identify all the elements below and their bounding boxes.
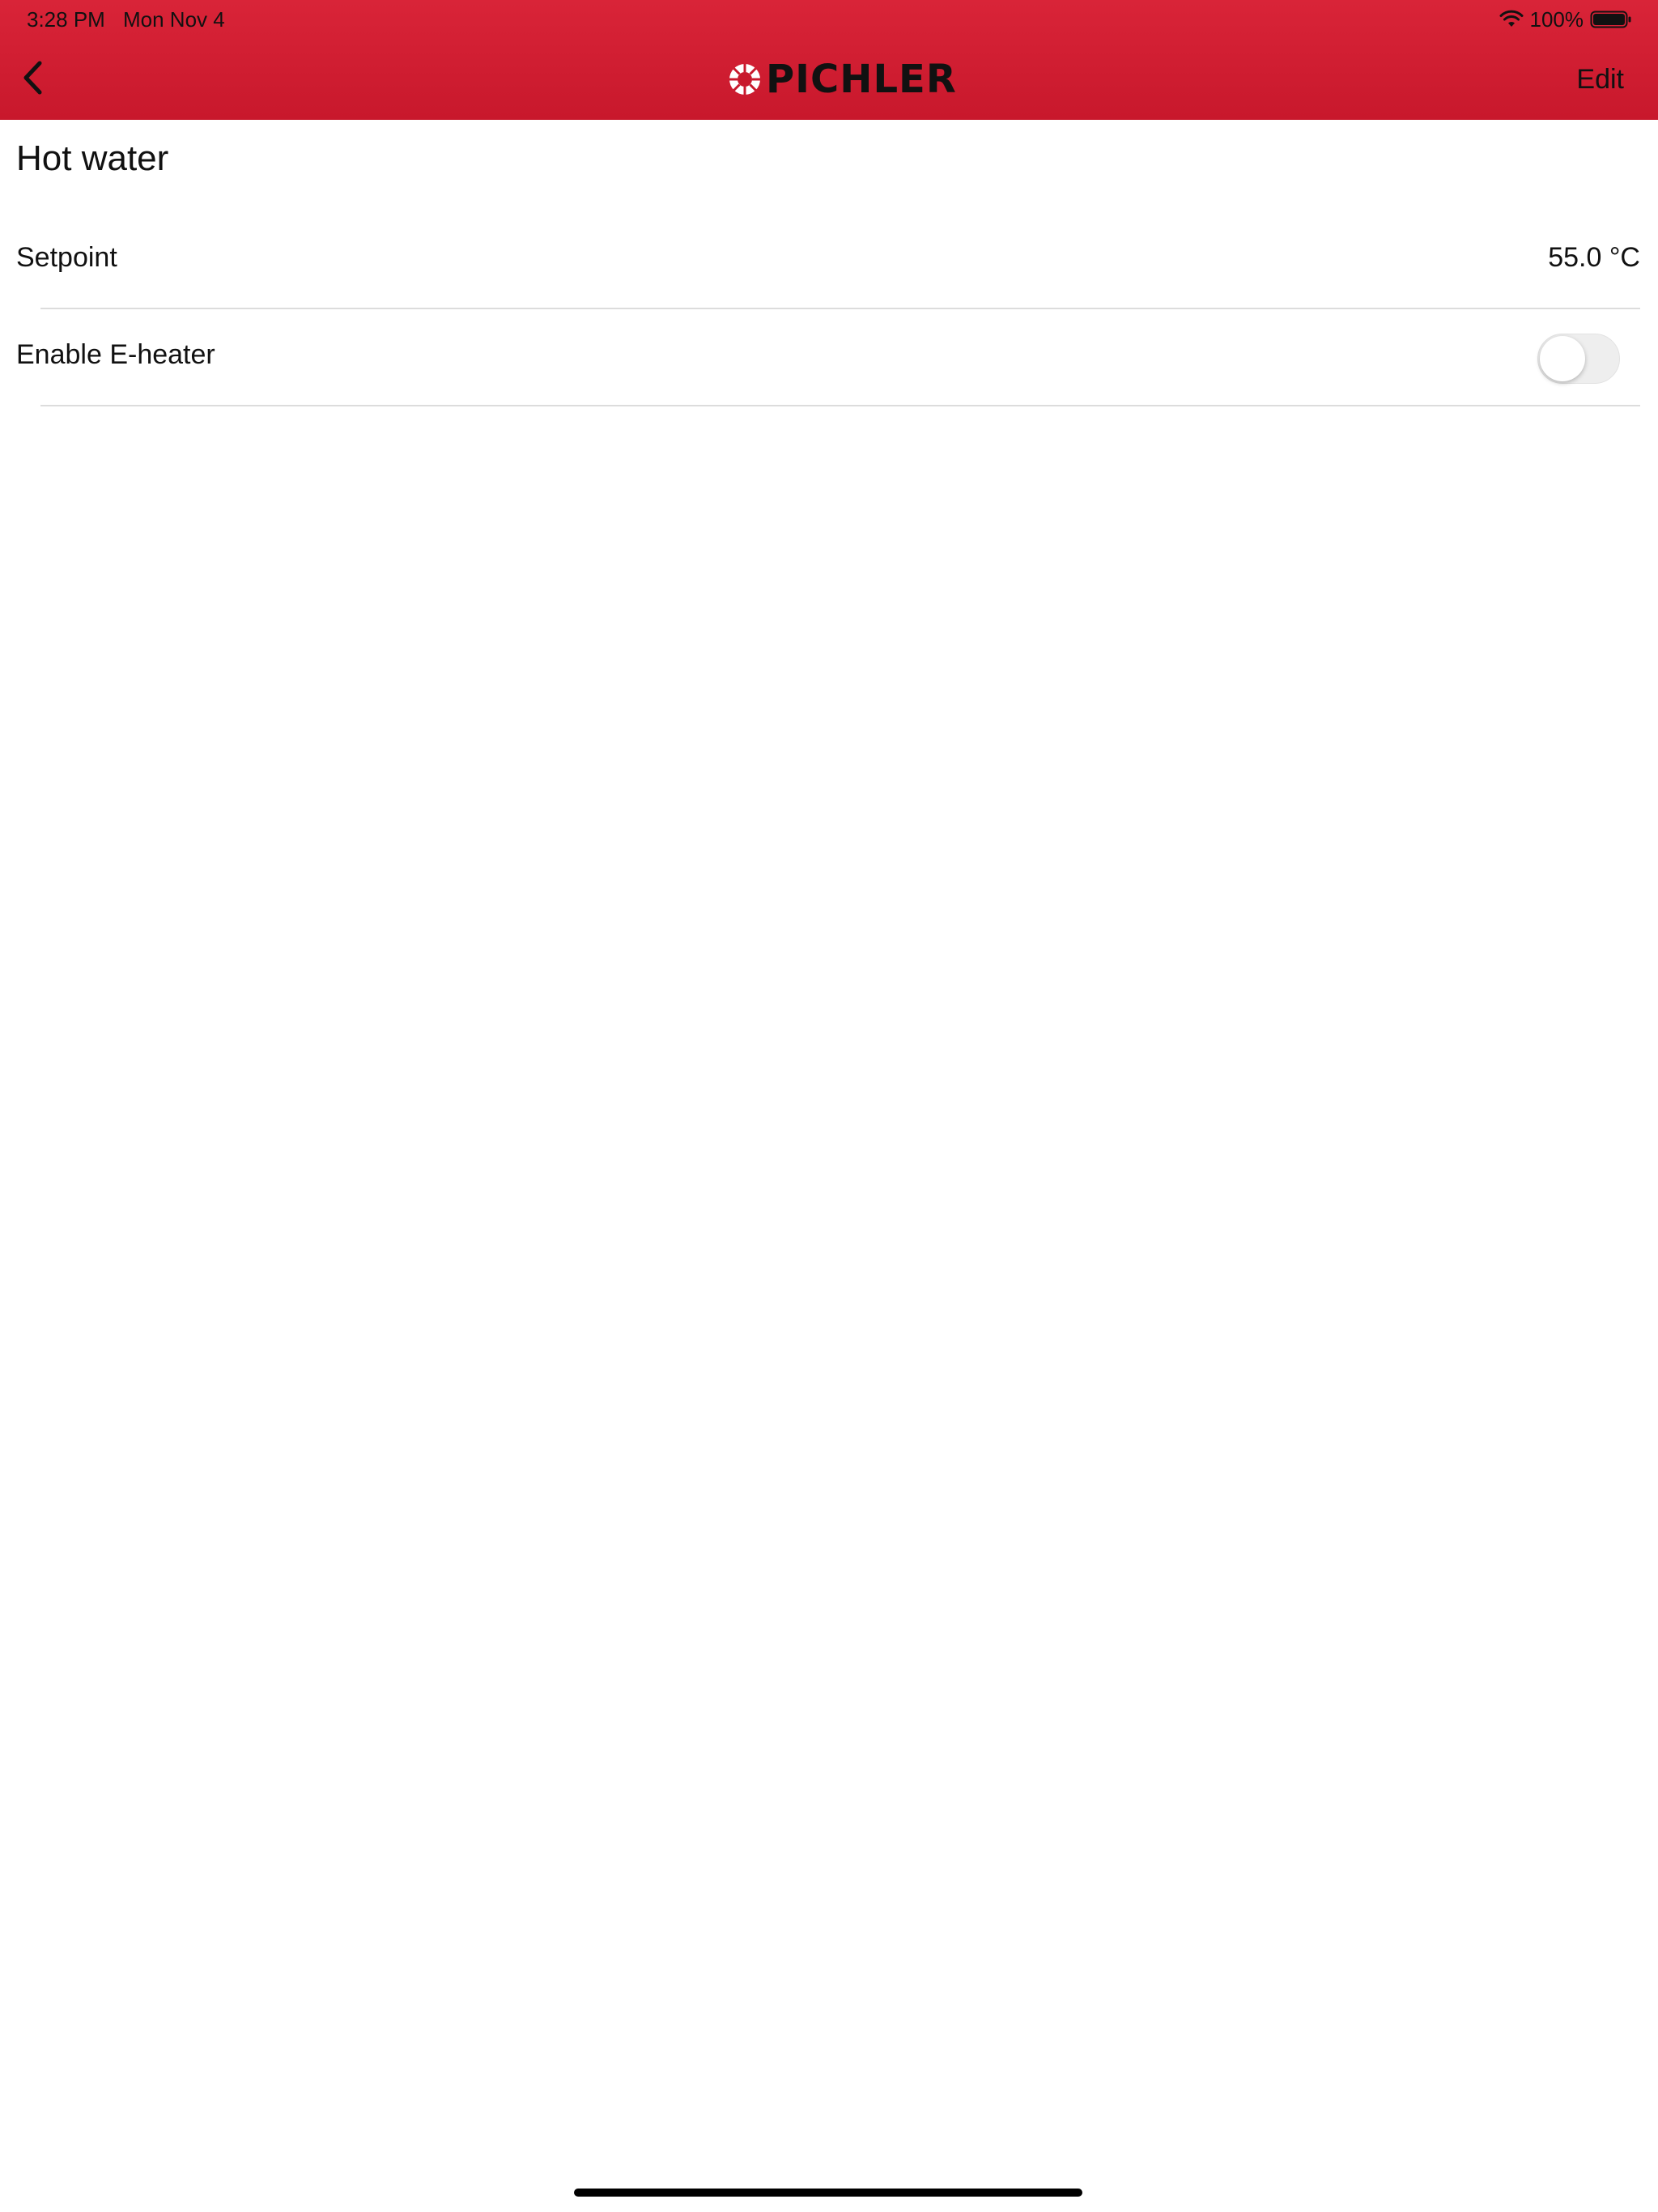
setpoint-label: Setpoint <box>16 242 117 273</box>
setpoint-value: 55.0 °C <box>1548 242 1640 273</box>
back-button[interactable] <box>16 55 49 104</box>
row-divider <box>40 405 1640 406</box>
toggle-knob <box>1540 336 1585 381</box>
status-time: 3:28 PM <box>27 7 105 32</box>
home-indicator[interactable] <box>574 2189 1082 2197</box>
chevron-left-icon <box>20 60 45 100</box>
e-heater-row: Enable E-heater <box>0 309 1658 406</box>
status-date: Mon Nov 4 <box>123 7 225 32</box>
edit-button[interactable]: Edit <box>1576 58 1624 100</box>
logo-text: PICHLER <box>766 57 957 102</box>
brand-logo: PICHLER <box>729 55 957 104</box>
wifi-icon <box>1499 10 1524 29</box>
status-indicators: 100% <box>1499 6 1633 32</box>
navigation-header: 3:28 PM Mon Nov 4 100% PICHLER Edit <box>0 0 1658 120</box>
page-title: Hot water <box>16 138 169 178</box>
e-heater-toggle[interactable] <box>1537 334 1620 384</box>
setpoint-row[interactable]: Setpoint 55.0 °C <box>0 212 1658 309</box>
battery-percent: 100% <box>1529 7 1584 32</box>
pichler-logo-icon <box>729 63 761 96</box>
e-heater-label: Enable E-heater <box>16 339 215 370</box>
battery-icon <box>1590 10 1632 29</box>
